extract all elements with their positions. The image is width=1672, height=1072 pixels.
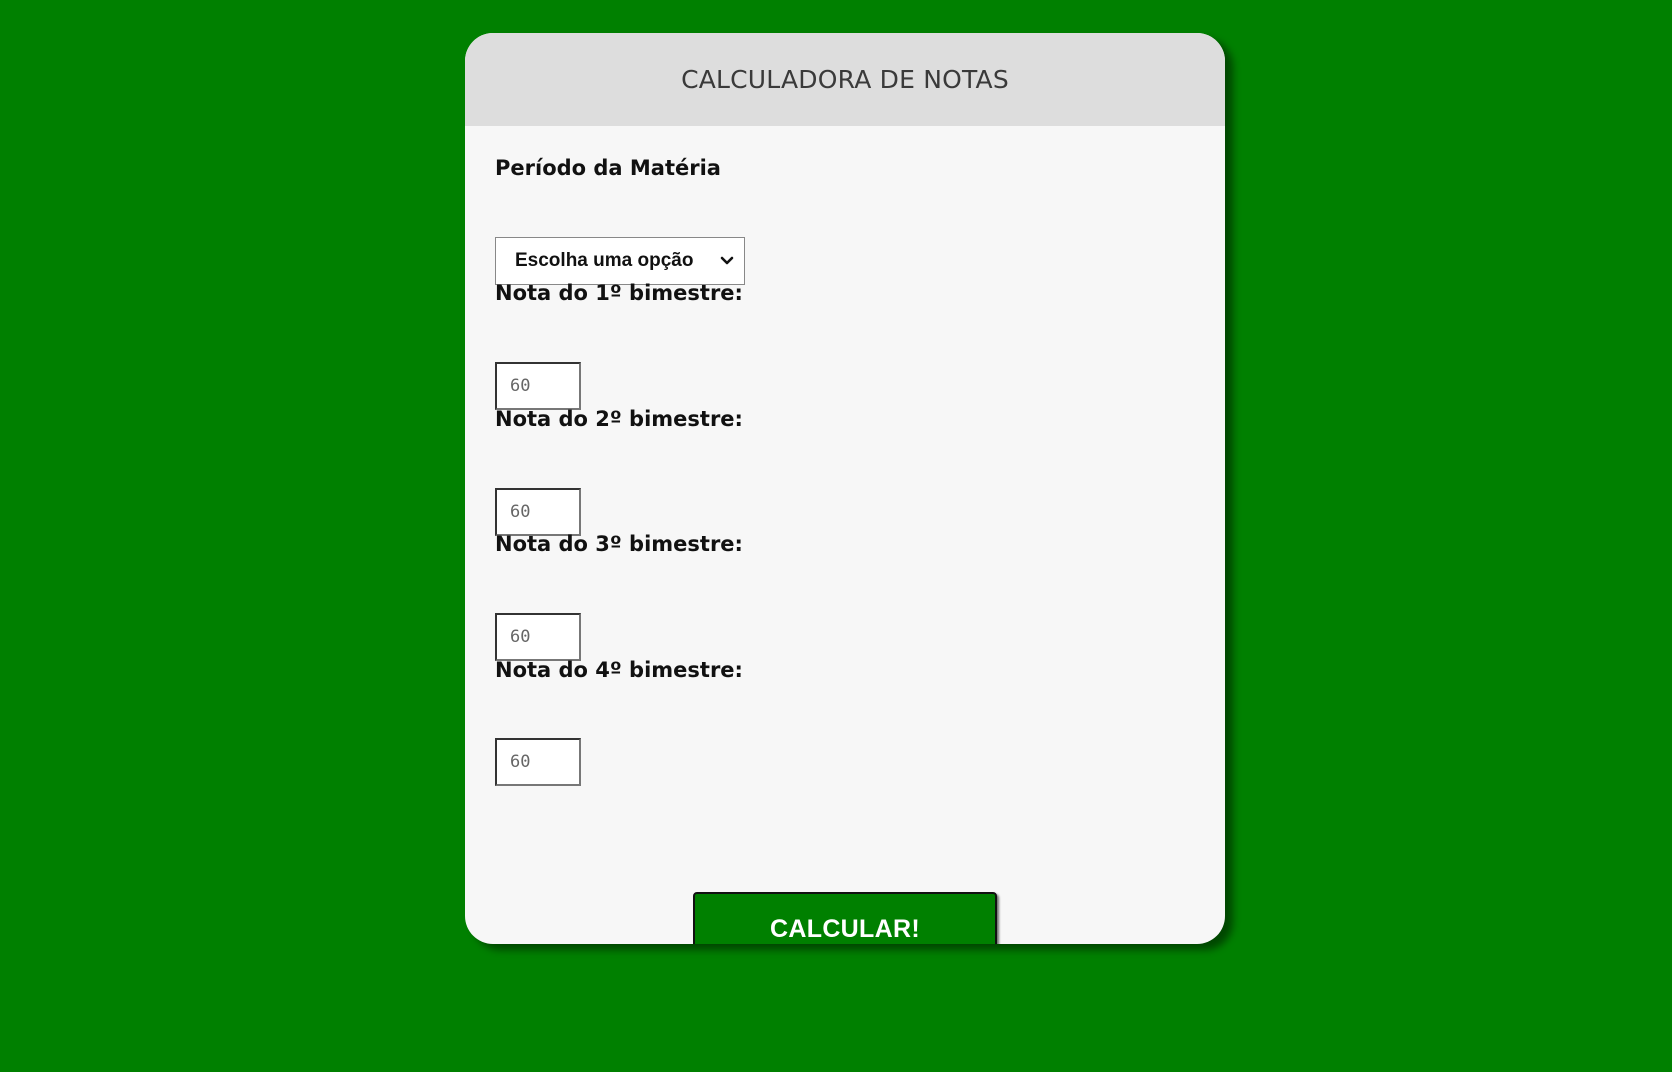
grade-3-placeholder: 60 xyxy=(510,627,531,647)
grade-3-input[interactable]: 60 xyxy=(495,613,581,661)
grade-4-placeholder: 60 xyxy=(510,752,531,772)
grade-1-label: Nota do 1º bimestre: xyxy=(495,281,743,305)
grade-3-label: Nota do 3º bimestre: xyxy=(495,532,743,556)
page-title: CALCULADORA DE NOTAS xyxy=(681,65,1009,94)
calculator-card: CALCULADORA DE NOTAS Período da Matéria … xyxy=(465,33,1225,944)
card-header: CALCULADORA DE NOTAS xyxy=(465,33,1225,126)
grade-2-input[interactable]: 60 xyxy=(495,488,581,536)
period-select-value: Escolha uma opção xyxy=(515,250,694,271)
calculate-button[interactable]: CALCULAR! xyxy=(693,892,997,944)
period-label: Período da Matéria xyxy=(495,156,721,180)
chevron-down-icon xyxy=(720,256,734,265)
grade-1-input[interactable]: 60 xyxy=(495,362,581,410)
grade-2-label: Nota do 2º bimestre: xyxy=(495,407,743,431)
period-select[interactable]: Escolha uma opção xyxy=(495,237,745,285)
grade-2-placeholder: 60 xyxy=(510,502,531,522)
grade-4-input[interactable]: 60 xyxy=(495,738,581,786)
grade-1-placeholder: 60 xyxy=(510,376,531,396)
grade-4-label: Nota do 4º bimestre: xyxy=(495,658,743,682)
